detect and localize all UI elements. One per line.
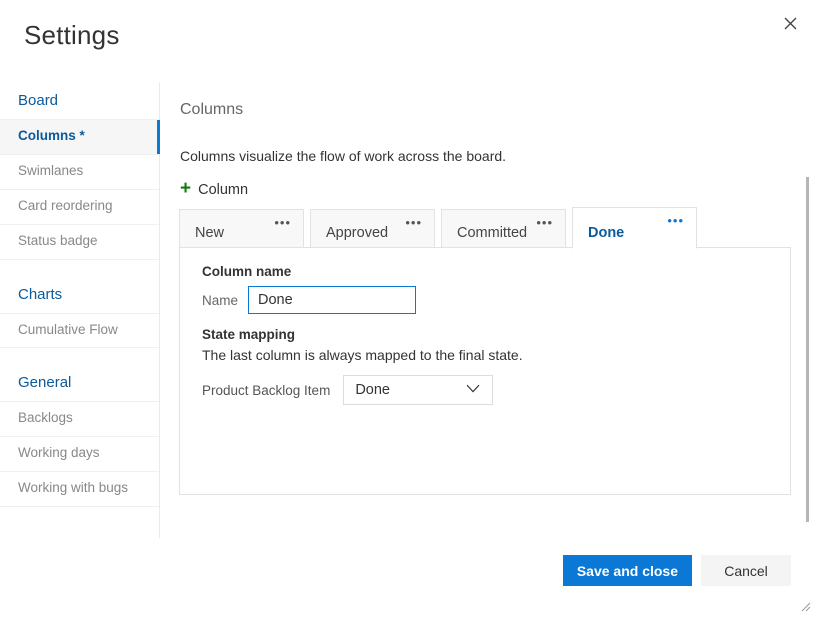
sidebar-item-label: Card reordering: [18, 198, 113, 213]
state-mapping-row: Product Backlog Item Done: [202, 375, 493, 405]
tab-approved[interactable]: ••• Approved: [310, 209, 435, 249]
close-icon: [784, 17, 797, 30]
nav-group-board: Board Columns * Swimlanes Card reorderin…: [0, 82, 159, 260]
column-name-input[interactable]: [248, 286, 416, 314]
state-mapping-select[interactable]: Done: [343, 375, 493, 405]
sidebar-item-cumulative-flow[interactable]: Cumulative Flow: [0, 313, 159, 349]
section-title: Columns: [180, 102, 243, 118]
cancel-button[interactable]: Cancel: [701, 555, 791, 586]
add-column-button[interactable]: + Column: [180, 180, 248, 199]
tab-overflow-icon[interactable]: •••: [667, 214, 684, 227]
sidebar-item-working-days[interactable]: Working days: [0, 436, 159, 471]
state-mapping-group-title: State mapping: [202, 328, 295, 342]
sidebar-item-label: Columns *: [18, 128, 85, 143]
scrollbar-thumb[interactable]: [806, 177, 809, 522]
plus-icon: +: [180, 179, 191, 198]
nav-group-divider: [0, 348, 159, 364]
page-title: Settings: [24, 22, 120, 48]
dialog-footer: Save and close Cancel: [0, 538, 813, 614]
sidebar-item-card-reordering[interactable]: Card reordering: [0, 189, 159, 224]
settings-dialog: Settings Board Columns * Swimlanes Card …: [0, 0, 813, 614]
nav-group-header-general: General: [0, 364, 159, 401]
nav-group-header-board: Board: [0, 82, 159, 119]
sidebar-item-working-with-bugs[interactable]: Working with bugs: [0, 471, 159, 507]
sidebar-item-label: Status badge: [18, 233, 98, 248]
column-name-row: Name: [202, 286, 416, 314]
dialog-body: Board Columns * Swimlanes Card reorderin…: [0, 82, 813, 538]
tab-overflow-icon[interactable]: •••: [405, 216, 422, 229]
column-settings-panel: Column name Name State mapping The last …: [179, 247, 791, 495]
tab-label: New: [195, 226, 224, 241]
sidebar-item-label: Cumulative Flow: [18, 322, 118, 337]
nav-group-divider: [0, 260, 159, 276]
tab-committed[interactable]: ••• Committed: [441, 209, 566, 249]
state-mapping-description: The last column is always mapped to the …: [202, 348, 523, 362]
column-tabstrip: ••• New ••• Approved ••• Committed ••• D…: [179, 205, 791, 249]
chevron-down-icon: [466, 380, 480, 398]
section-description: Columns visualize the flow of work acros…: [180, 149, 506, 163]
sidebar-item-label: Working with bugs: [18, 480, 128, 495]
footer-button-row: Save and close Cancel: [563, 555, 791, 586]
sidebar-item-status-badge[interactable]: Status badge: [0, 224, 159, 260]
nav-group-header-charts: Charts: [0, 276, 159, 313]
state-mapping-label: Product Backlog Item: [202, 383, 330, 398]
save-and-close-button[interactable]: Save and close: [563, 555, 692, 586]
nav-group-charts: Charts Cumulative Flow: [0, 276, 159, 349]
settings-main-pane: Columns Columns visualize the flow of wo…: [161, 82, 813, 538]
tab-label: Done: [588, 226, 624, 241]
state-mapping-selected-value: Done: [344, 382, 390, 398]
tab-new[interactable]: ••• New: [179, 209, 304, 249]
close-button[interactable]: [773, 6, 807, 40]
sidebar-item-swimlanes[interactable]: Swimlanes: [0, 154, 159, 189]
tab-overflow-icon[interactable]: •••: [274, 216, 291, 229]
sidebar-item-backlogs[interactable]: Backlogs: [0, 401, 159, 436]
sidebar-item-label: Working days: [18, 445, 100, 460]
name-field-label: Name: [202, 293, 248, 308]
sidebar-item-label: Swimlanes: [18, 163, 83, 178]
tab-done[interactable]: ••• Done: [572, 207, 697, 249]
tab-label: Committed: [457, 226, 527, 241]
sidebar-item-label: Backlogs: [18, 410, 73, 425]
nav-group-general: General Backlogs Working days Working wi…: [0, 364, 159, 507]
main-vertical-scrollbar[interactable]: [804, 82, 812, 538]
column-name-group-title: Column name: [202, 265, 291, 279]
add-column-label: Column: [198, 182, 248, 198]
tab-label: Approved: [326, 226, 388, 241]
sidebar-item-columns[interactable]: Columns *: [0, 119, 159, 154]
tab-overflow-icon[interactable]: •••: [536, 216, 553, 229]
resize-grip-icon[interactable]: [798, 599, 811, 612]
settings-sidebar: Board Columns * Swimlanes Card reorderin…: [0, 82, 160, 538]
